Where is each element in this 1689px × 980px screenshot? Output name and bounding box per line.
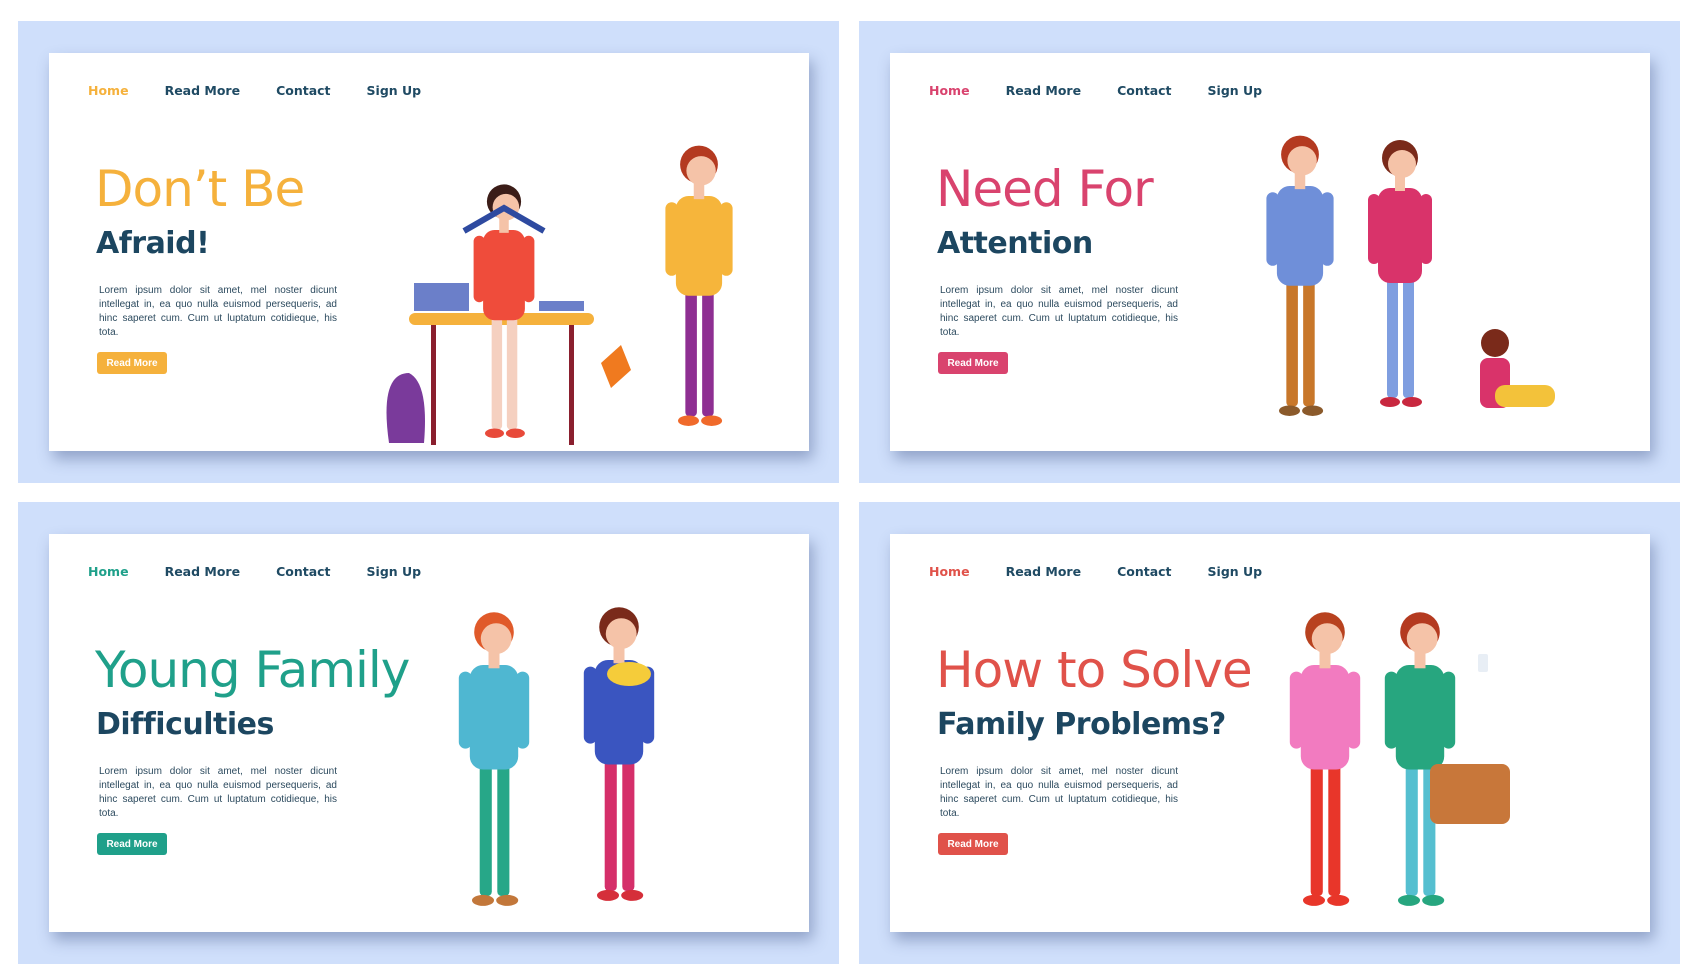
hero-subtitle: Attention — [937, 226, 1093, 261]
nav-home[interactable]: Home — [929, 564, 970, 579]
nav-sign-up[interactable]: Sign Up — [1208, 83, 1263, 98]
top-nav: Home Read More Contact Sign Up — [929, 564, 1262, 579]
person-figure — [583, 607, 655, 901]
landing-page-card: Home Read More Contact Sign Up Young Fam… — [49, 534, 809, 932]
nav-read-more[interactable]: Read More — [1006, 83, 1082, 98]
hero-illustration — [1289, 612, 1510, 906]
nav-contact[interactable]: Contact — [276, 83, 330, 98]
hero-paragraph: Lorem ipsum dolor sit amet, mel noster d… — [940, 766, 1178, 819]
person-figure — [665, 145, 733, 426]
landing-page-card: Home Read More Contact Sign Up How to So… — [890, 534, 1650, 932]
read-more-button[interactable]: Read More — [938, 833, 1008, 855]
person-figure — [1368, 140, 1432, 407]
hero-paragraph: Lorem ipsum dolor sit amet, mel noster d… — [99, 285, 337, 338]
hero-illustration — [458, 607, 655, 906]
person-figure — [1384, 612, 1456, 906]
landing-panel: Home Read More Contact Sign Up Don’t Be … — [18, 21, 839, 483]
nav-read-more[interactable]: Read More — [165, 83, 241, 98]
nav-contact[interactable]: Contact — [276, 564, 330, 579]
landing-panel: Home Read More Contact Sign Up Young Fam… — [18, 502, 839, 964]
person-figure — [458, 612, 530, 906]
person-figure — [1289, 612, 1361, 906]
hero-subtitle: Family Problems? — [937, 707, 1226, 742]
hero-title: Don’t Be — [95, 160, 305, 218]
read-more-button[interactable]: Read More — [938, 352, 1008, 374]
nav-home[interactable]: Home — [88, 83, 129, 98]
hero-paragraph: Lorem ipsum dolor sit amet, mel noster d… — [940, 285, 1178, 338]
nav-sign-up[interactable]: Sign Up — [367, 564, 422, 579]
top-nav: Home Read More Contact Sign Up — [88, 83, 421, 98]
read-more-button[interactable]: Read More — [97, 833, 167, 855]
landing-page-card: Home Read More Contact Sign Up Need For … — [890, 53, 1650, 451]
hero-title: Need For — [936, 160, 1154, 218]
landing-panel: Home Read More Contact Sign Up How to So… — [859, 502, 1680, 964]
sitting-child — [1480, 329, 1555, 408]
hero-subtitle: Difficulties — [96, 707, 274, 742]
landing-page-card: Home Read More Contact Sign Up Don’t Be … — [49, 53, 809, 451]
landing-panel: Home Read More Contact Sign Up Need For … — [859, 21, 1680, 483]
nav-contact[interactable]: Contact — [1117, 564, 1171, 579]
hero-paragraph: Lorem ipsum dolor sit amet, mel noster d… — [99, 766, 337, 819]
top-nav: Home Read More Contact Sign Up — [929, 83, 1262, 98]
nav-home[interactable]: Home — [929, 83, 970, 98]
nav-home[interactable]: Home — [88, 564, 129, 579]
hero-subtitle: Afraid! — [96, 226, 210, 261]
hero-illustration — [386, 145, 733, 445]
nav-contact[interactable]: Contact — [1117, 83, 1171, 98]
nav-sign-up[interactable]: Sign Up — [367, 83, 422, 98]
hero-title: How to Solve — [936, 641, 1253, 699]
hero-illustration — [1266, 135, 1555, 416]
nav-read-more[interactable]: Read More — [1006, 564, 1082, 579]
nav-sign-up[interactable]: Sign Up — [1208, 564, 1263, 579]
read-more-button[interactable]: Read More — [97, 352, 167, 374]
hero-title: Young Family — [95, 641, 410, 699]
top-nav: Home Read More Contact Sign Up — [88, 564, 421, 579]
person-figure — [1266, 135, 1334, 416]
nav-read-more[interactable]: Read More — [165, 564, 241, 579]
